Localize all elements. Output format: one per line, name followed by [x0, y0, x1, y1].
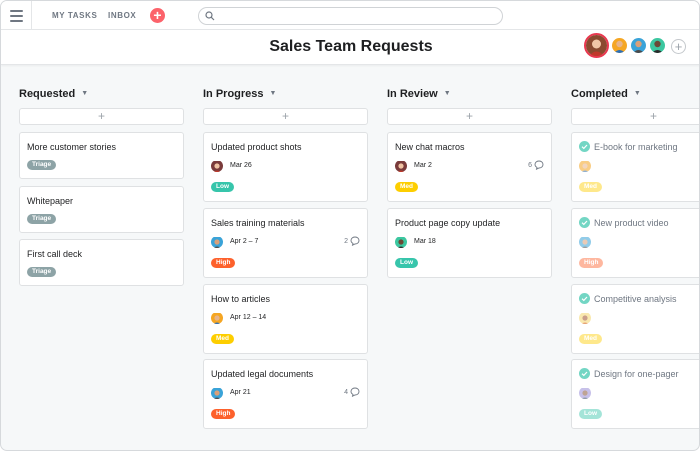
avatar[interactable] [650, 38, 665, 53]
due-date: Mar 26 [230, 162, 252, 169]
comment-count-value: 4 [344, 389, 348, 396]
task-card[interactable]: First call deck Triage [19, 239, 184, 286]
comment-count[interactable]: 6 [528, 160, 544, 172]
priority-tag: High [211, 409, 236, 419]
due-date: Mar 18 [414, 238, 436, 245]
card-title: New product video [594, 218, 669, 228]
card-title: Updated product shots [211, 142, 302, 152]
task-card[interactable]: More customer stories Triage [19, 132, 184, 179]
quick-add-button[interactable]: + [150, 8, 165, 23]
priority-tag: Med [579, 182, 602, 192]
card-title: How to articles [211, 294, 271, 304]
comment-icon [350, 387, 360, 398]
card-title: Design for one-pager [594, 369, 679, 379]
task-card[interactable]: Sales training materials Apr 2 – 7 2 Hig… [203, 208, 368, 278]
chevron-down-icon[interactable]: ▼ [81, 90, 88, 97]
task-card[interactable]: Product page copy update Mar 18 Low [387, 208, 552, 278]
assignee-avatar[interactable] [395, 236, 407, 248]
priority-tag: Med [579, 334, 602, 344]
add-member-button[interactable]: + [671, 39, 686, 54]
task-card[interactable]: New product video High [571, 208, 699, 278]
assignee-avatar[interactable] [579, 236, 591, 248]
add-task-button[interactable]: + [387, 108, 552, 125]
assignee-avatar[interactable] [211, 160, 223, 172]
add-task-button[interactable]: + [571, 108, 699, 125]
assignee-avatar[interactable] [579, 160, 591, 172]
assignee-avatar[interactable] [211, 236, 223, 248]
avatar[interactable] [584, 33, 609, 58]
task-card[interactable]: New chat macros Mar 2 6 Med [387, 132, 552, 202]
task-card[interactable]: Design for one-pager Low [571, 359, 699, 429]
column-title: Requested [19, 88, 76, 100]
assignee-avatar[interactable] [211, 312, 223, 324]
column-title: In Progress [203, 88, 264, 100]
due-date: Apr 12 – 14 [230, 314, 267, 321]
priority-tag: Low [211, 182, 234, 192]
card-title: More customer stories [27, 142, 117, 152]
comment-count-value: 6 [528, 162, 532, 169]
assignee-avatar[interactable] [211, 387, 223, 399]
assignee-avatar[interactable] [579, 312, 591, 324]
chevron-down-icon[interactable]: ▼ [270, 90, 277, 97]
avatar[interactable] [612, 38, 627, 53]
avatar[interactable] [631, 38, 646, 53]
comment-icon [350, 236, 360, 247]
nav-inbox[interactable]: INBOX [108, 11, 136, 20]
priority-tag: High [211, 258, 236, 268]
card-title: New chat macros [395, 142, 465, 152]
priority-tag: Med [395, 182, 418, 192]
card-title: Updated legal documents [211, 369, 314, 379]
card-title: E-book for marketing [594, 142, 678, 152]
card-title: Whitepaper [27, 196, 74, 206]
comment-count-value: 2 [344, 238, 348, 245]
top-bar: MY TASKS INBOX + [1, 1, 699, 30]
search-input[interactable] [219, 9, 495, 23]
check-icon[interactable] [579, 141, 590, 152]
hamburger-menu-icon[interactable] [1, 1, 32, 30]
task-card[interactable]: Updated legal documents Apr 21 4 High [203, 359, 368, 429]
priority-tag: Med [211, 334, 234, 344]
priority-tag: Triage [27, 160, 57, 170]
due-date: Apr 2 – 7 [230, 238, 259, 245]
check-icon[interactable] [579, 217, 590, 228]
assignee-avatar[interactable] [579, 387, 591, 399]
search-bar[interactable] [198, 7, 503, 25]
assignee-avatar[interactable] [395, 160, 407, 172]
add-task-button[interactable]: + [203, 108, 368, 125]
task-card[interactable]: Whitepaper Triage [19, 186, 184, 233]
card-title: Competitive analysis [594, 294, 677, 304]
card-title: First call deck [27, 249, 83, 259]
task-card[interactable]: How to articles Apr 12 – 14 Med [203, 284, 368, 354]
task-card[interactable]: E-book for marketing Med [571, 132, 699, 202]
add-task-button[interactable]: + [19, 108, 184, 125]
app-window: MY TASKS INBOX + Sales Team Requests + R… [0, 0, 700, 451]
comment-count[interactable]: 4 [344, 387, 360, 399]
due-date: Apr 21 [230, 389, 251, 396]
priority-tag: High [579, 258, 604, 268]
due-date: Mar 2 [414, 162, 432, 169]
priority-tag: Low [579, 409, 602, 419]
card-title: Product page copy update [395, 218, 501, 228]
card-title: Sales training materials [211, 218, 305, 228]
priority-tag: Triage [27, 267, 57, 277]
column-title: Completed [571, 88, 628, 100]
chevron-down-icon[interactable]: ▼ [634, 90, 641, 97]
nav-my-tasks[interactable]: MY TASKS [52, 11, 97, 20]
comment-icon [534, 160, 544, 171]
search-icon [205, 11, 215, 21]
priority-tag: Low [395, 258, 418, 268]
task-card[interactable]: Updated product shots Mar 26 Low [203, 132, 368, 202]
task-card[interactable]: Competitive analysis Med [571, 284, 699, 354]
priority-tag: Triage [27, 214, 57, 224]
check-icon[interactable] [579, 368, 590, 379]
column-title: In Review [387, 88, 438, 100]
check-icon[interactable] [579, 293, 590, 304]
chevron-down-icon[interactable]: ▼ [444, 90, 451, 97]
comment-count[interactable]: 2 [344, 236, 360, 248]
project-header: Sales Team Requests + [1, 30, 699, 65]
